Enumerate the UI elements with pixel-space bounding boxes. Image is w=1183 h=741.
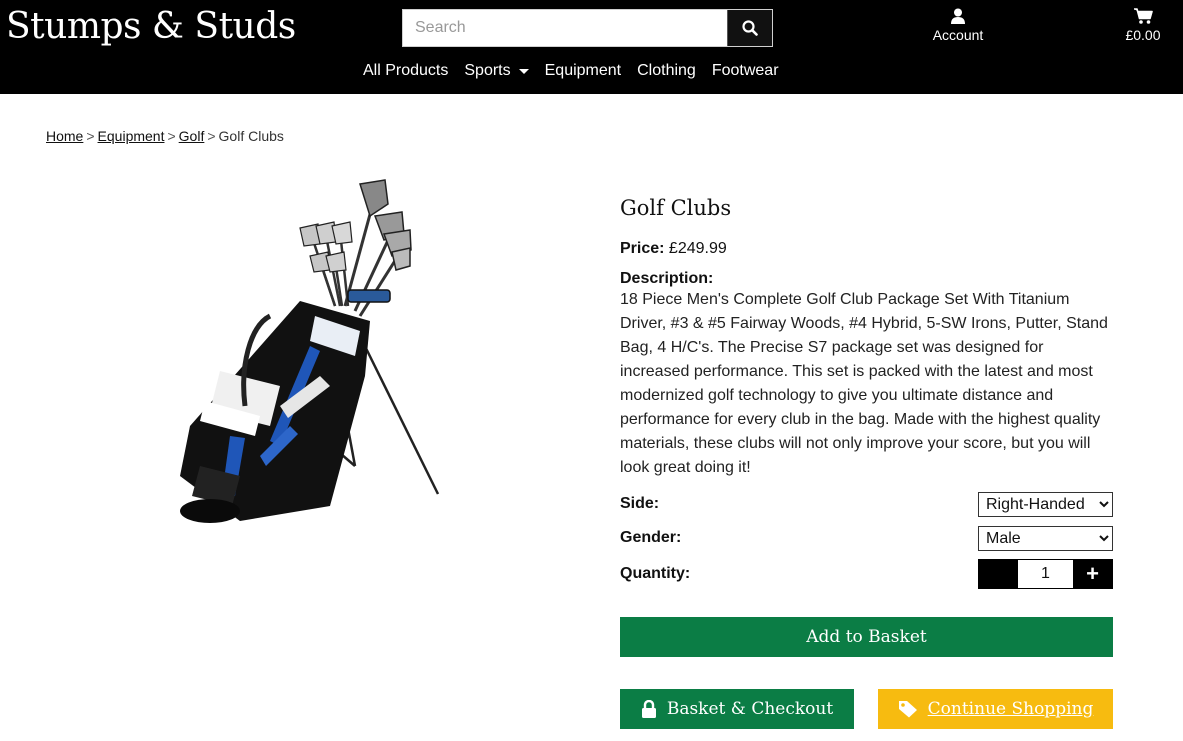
nav-equipment[interactable]: Equipment <box>545 62 622 80</box>
side-option: Side: Right-Handed <box>620 488 1113 520</box>
price-value: £249.99 <box>668 240 727 257</box>
product-details: Golf Clubs Price: £249.99 Description: 1… <box>620 196 1113 590</box>
breadcrumb-equipment[interactable]: Equipment <box>98 128 165 144</box>
nav-all-products[interactable]: All Products <box>363 62 448 80</box>
side-select[interactable]: Right-Handed <box>978 491 1113 517</box>
breadcrumb-home[interactable]: Home <box>46 128 83 144</box>
nav-item-label: Footwear <box>711 62 779 79</box>
lock-icon <box>641 699 656 718</box>
add-to-basket-label: Add to Basket <box>806 627 927 647</box>
user-icon <box>951 8 965 24</box>
nav-item-label: All Products <box>363 62 449 79</box>
breadcrumb-separator: > <box>86 128 95 144</box>
brand-logo[interactable]: Stumps & Studs <box>6 6 296 47</box>
cart-icon <box>1133 8 1153 24</box>
account-link[interactable]: Account <box>926 8 990 43</box>
site-header: Stumps & Studs Account £0.00 All Product… <box>0 0 1183 94</box>
search-input[interactable] <box>403 10 727 46</box>
breadcrumb-separator: > <box>207 128 216 144</box>
quantity-decrease-button[interactable] <box>979 560 1018 588</box>
gender-option: Gender: Male <box>620 522 1113 554</box>
chevron-down-icon <box>518 69 529 74</box>
continue-shopping-label: Continue Shopping <box>927 699 1094 719</box>
side-label: Side: <box>620 495 660 512</box>
breadcrumb-golf[interactable]: Golf <box>179 128 205 144</box>
gender-label: Gender: <box>620 529 682 546</box>
add-to-basket-button[interactable]: Add to Basket <box>620 617 1113 657</box>
account-label: Account <box>932 27 984 43</box>
quantity-input[interactable] <box>1018 560 1073 588</box>
nav-item-label: Sports <box>464 62 511 79</box>
breadcrumb-separator: > <box>167 128 176 144</box>
plus-icon: + <box>1086 561 1099 586</box>
product-price: Price: £249.99 <box>620 240 1113 258</box>
quantity-label: Quantity: <box>620 565 691 582</box>
nav-footwear[interactable]: Footwear <box>712 62 779 80</box>
main-nav: All Products Sports Equipment Clothing F… <box>363 62 779 80</box>
nav-item-label: Clothing <box>637 62 696 79</box>
tag-icon <box>898 701 917 718</box>
nav-item-label: Equipment <box>544 62 622 79</box>
breadcrumb: Home > Equipment > Golf > Golf Clubs <box>46 128 284 144</box>
basket-link[interactable]: £0.00 <box>1117 8 1169 43</box>
product-image <box>180 179 440 523</box>
nav-sports[interactable]: Sports <box>464 62 529 80</box>
product-title: Golf Clubs <box>620 196 732 220</box>
search-icon <box>742 20 758 36</box>
description-label: Description: <box>620 270 714 287</box>
product-description: 18 Piece Men's Complete Golf Club Packag… <box>620 291 1108 476</box>
price-label: Price: <box>620 240 665 257</box>
quantity-option: Quantity: + <box>620 558 1113 590</box>
basket-total: £0.00 <box>1125 27 1161 43</box>
search-bar <box>402 9 773 47</box>
breadcrumb-current: Golf Clubs <box>218 128 284 144</box>
basket-checkout-label: Basket & Checkout <box>666 699 834 719</box>
continue-shopping-button[interactable]: Continue Shopping <box>878 689 1113 729</box>
nav-clothing[interactable]: Clothing <box>637 62 696 80</box>
quantity-stepper: + <box>978 559 1113 589</box>
search-button[interactable] <box>727 10 772 46</box>
basket-checkout-button[interactable]: Basket & Checkout <box>620 689 854 729</box>
quantity-increase-button[interactable]: + <box>1073 560 1112 588</box>
gender-select[interactable]: Male <box>978 525 1113 551</box>
